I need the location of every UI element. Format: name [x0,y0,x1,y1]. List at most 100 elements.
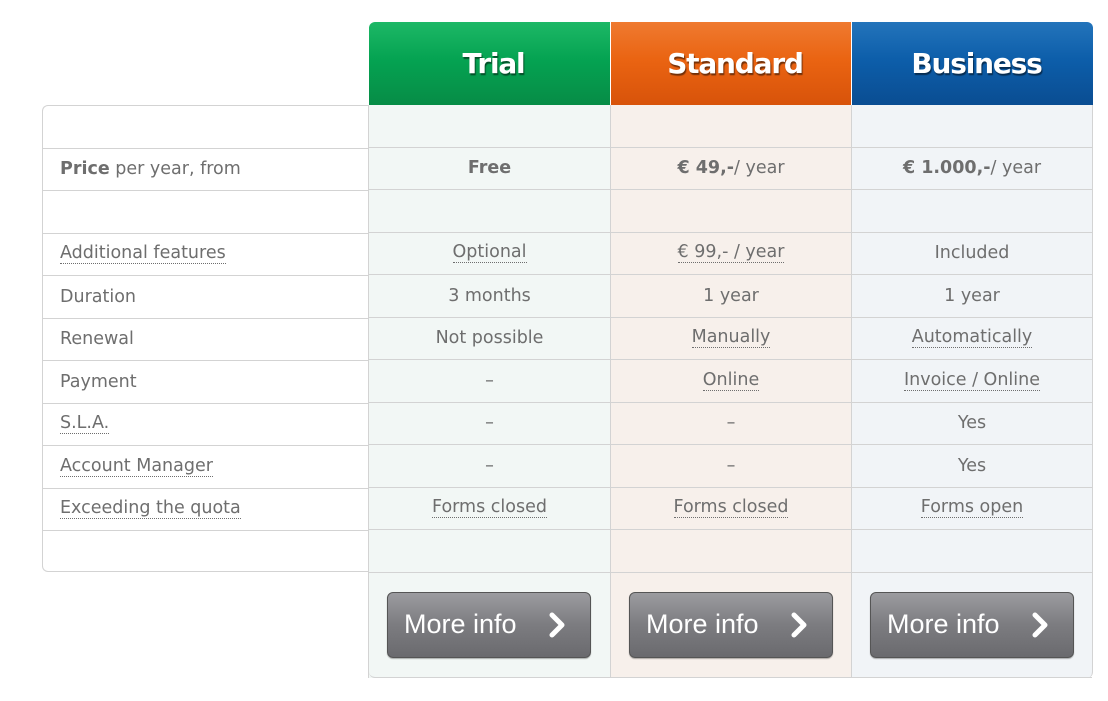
feature-row-label: Payment [43,361,368,404]
plan-value[interactable]: Manually [691,328,771,349]
feature-label-column: Price per year, from Additional features D… [42,105,368,572]
plan-cell: Online [611,360,851,403]
plan-value: Included [934,243,1010,264]
feature-row-label: Account Manager [43,446,368,489]
feature-row-label [43,106,368,149]
plan-header-standard: Standard [611,22,851,105]
feature-label[interactable]: S.L.A. [60,414,110,435]
plan-name: Standard [667,47,804,80]
more-info-button[interactable]: More info [387,591,591,658]
plan-cell: – [611,403,851,445]
plan-value[interactable]: Forms closed [673,498,789,519]
chevron-right-icon [544,612,570,638]
plan-value[interactable]: Online [702,370,760,391]
plan-footer: More info [369,573,610,678]
plan-value: Not possible [435,328,544,349]
plan-cell: 1 year [852,275,1092,318]
price-period: / year [734,158,785,179]
plan-column-trial: Free Optional 3 months Not possible – – – Forms… [368,105,610,678]
plan-cell: € 49,- / year [611,148,851,190]
plan-value[interactable]: € 99,- / year [677,243,785,264]
plan-footer: More info [852,573,1092,678]
plan-cell [852,105,1092,148]
feature-row-label: Renewal [43,319,368,361]
plan-cell: Invoice / Online [852,360,1092,403]
more-info-button[interactable]: More info [629,591,833,658]
feature-row-label [43,191,368,234]
feature-row-label [43,531,368,574]
plan-cell: Optional [369,233,610,275]
plan-value: – [726,413,736,434]
plan-cell: 1 year [611,275,851,318]
more-info-label: More info [646,609,759,639]
plan-footer: More info [611,573,851,678]
plan-name: Business [911,47,1042,80]
plan-cell: Forms open [852,488,1092,530]
plan-cell: Yes [852,403,1092,445]
plan-cell: Forms closed [611,488,851,530]
plan-value: – [726,455,736,476]
plan-value: – [485,455,494,476]
plan-header-trial: Trial [369,22,610,105]
plan-cell: Manually [611,318,851,360]
chevron-right-icon [1027,612,1053,638]
plan-value[interactable]: Forms open [920,498,1024,519]
price-amount: Free [467,158,512,179]
feature-row-label: Duration [43,276,368,319]
plan-cell [852,530,1092,573]
plan-cell: Included [852,233,1092,275]
feature-row-label: S.L.A. [43,404,368,446]
plan-cell: € 1.000,- / year [852,148,1092,190]
plan-value[interactable]: Optional [452,243,527,264]
plan-cell [611,190,851,233]
feature-label: Duration [60,286,137,307]
feature-row-label: Exceeding the quota [43,489,368,531]
plan-value: Yes [957,455,987,476]
plan-cell: – [369,403,610,445]
plan-value[interactable]: Invoice / Online [903,370,1041,391]
plan-value: – [485,370,494,391]
plan-cell [369,530,610,573]
plan-cell: 3 months [369,275,610,318]
plan-value: 1 year [944,285,1000,306]
plan-header-business: Business [852,22,1093,105]
plan-cell: Yes [852,445,1092,488]
feature-label[interactable]: Additional features [60,244,226,265]
feature-row-label: Additional features [43,234,368,276]
plan-value: 1 year [703,285,759,306]
price-period: / year [990,158,1042,179]
plan-column-standard: € 49,- / year € 99,- / year 1 year Manually… [610,105,851,678]
more-info-button[interactable]: More info [870,591,1074,658]
plan-cell [611,530,851,573]
feature-label: Renewal [60,329,134,350]
price-amount: € 49,- [677,158,735,179]
plan-cell [852,190,1092,233]
price-amount: € 1.000,- [902,158,991,179]
plan-value[interactable]: Forms closed [432,498,547,519]
plan-value[interactable]: Automatically [911,328,1033,349]
more-info-label: More info [404,609,517,639]
plan-cell [369,105,610,148]
plan-cell: Automatically [852,318,1092,360]
plan-value: Yes [957,413,987,434]
plan-name: Trial [462,47,526,80]
plan-cell: Not possible [369,318,610,360]
feature-label-bold: Price [60,159,110,180]
feature-label[interactable]: Account Manager [60,456,213,477]
chevron-right-icon [786,612,812,638]
plan-column-business: € 1.000,- / year Included 1 year Automatica… [851,105,1093,678]
more-info-label: More info [887,609,1000,639]
plan-cell: Forms closed [369,488,610,530]
feature-row-label: Price per year, from [43,149,368,191]
feature-label: per year, from [115,159,241,180]
plan-value: – [485,413,494,434]
plan-value: 3 months [448,285,531,306]
plan-cell: – [369,360,610,403]
plan-cell: € 99,- / year [611,233,851,275]
feature-label[interactable]: Exceeding the quota [60,499,241,520]
feature-label: Payment [60,371,137,392]
plan-cell [611,105,851,148]
plan-cell: – [369,445,610,488]
plan-cell: Free [369,148,610,190]
plan-cell [369,190,610,233]
